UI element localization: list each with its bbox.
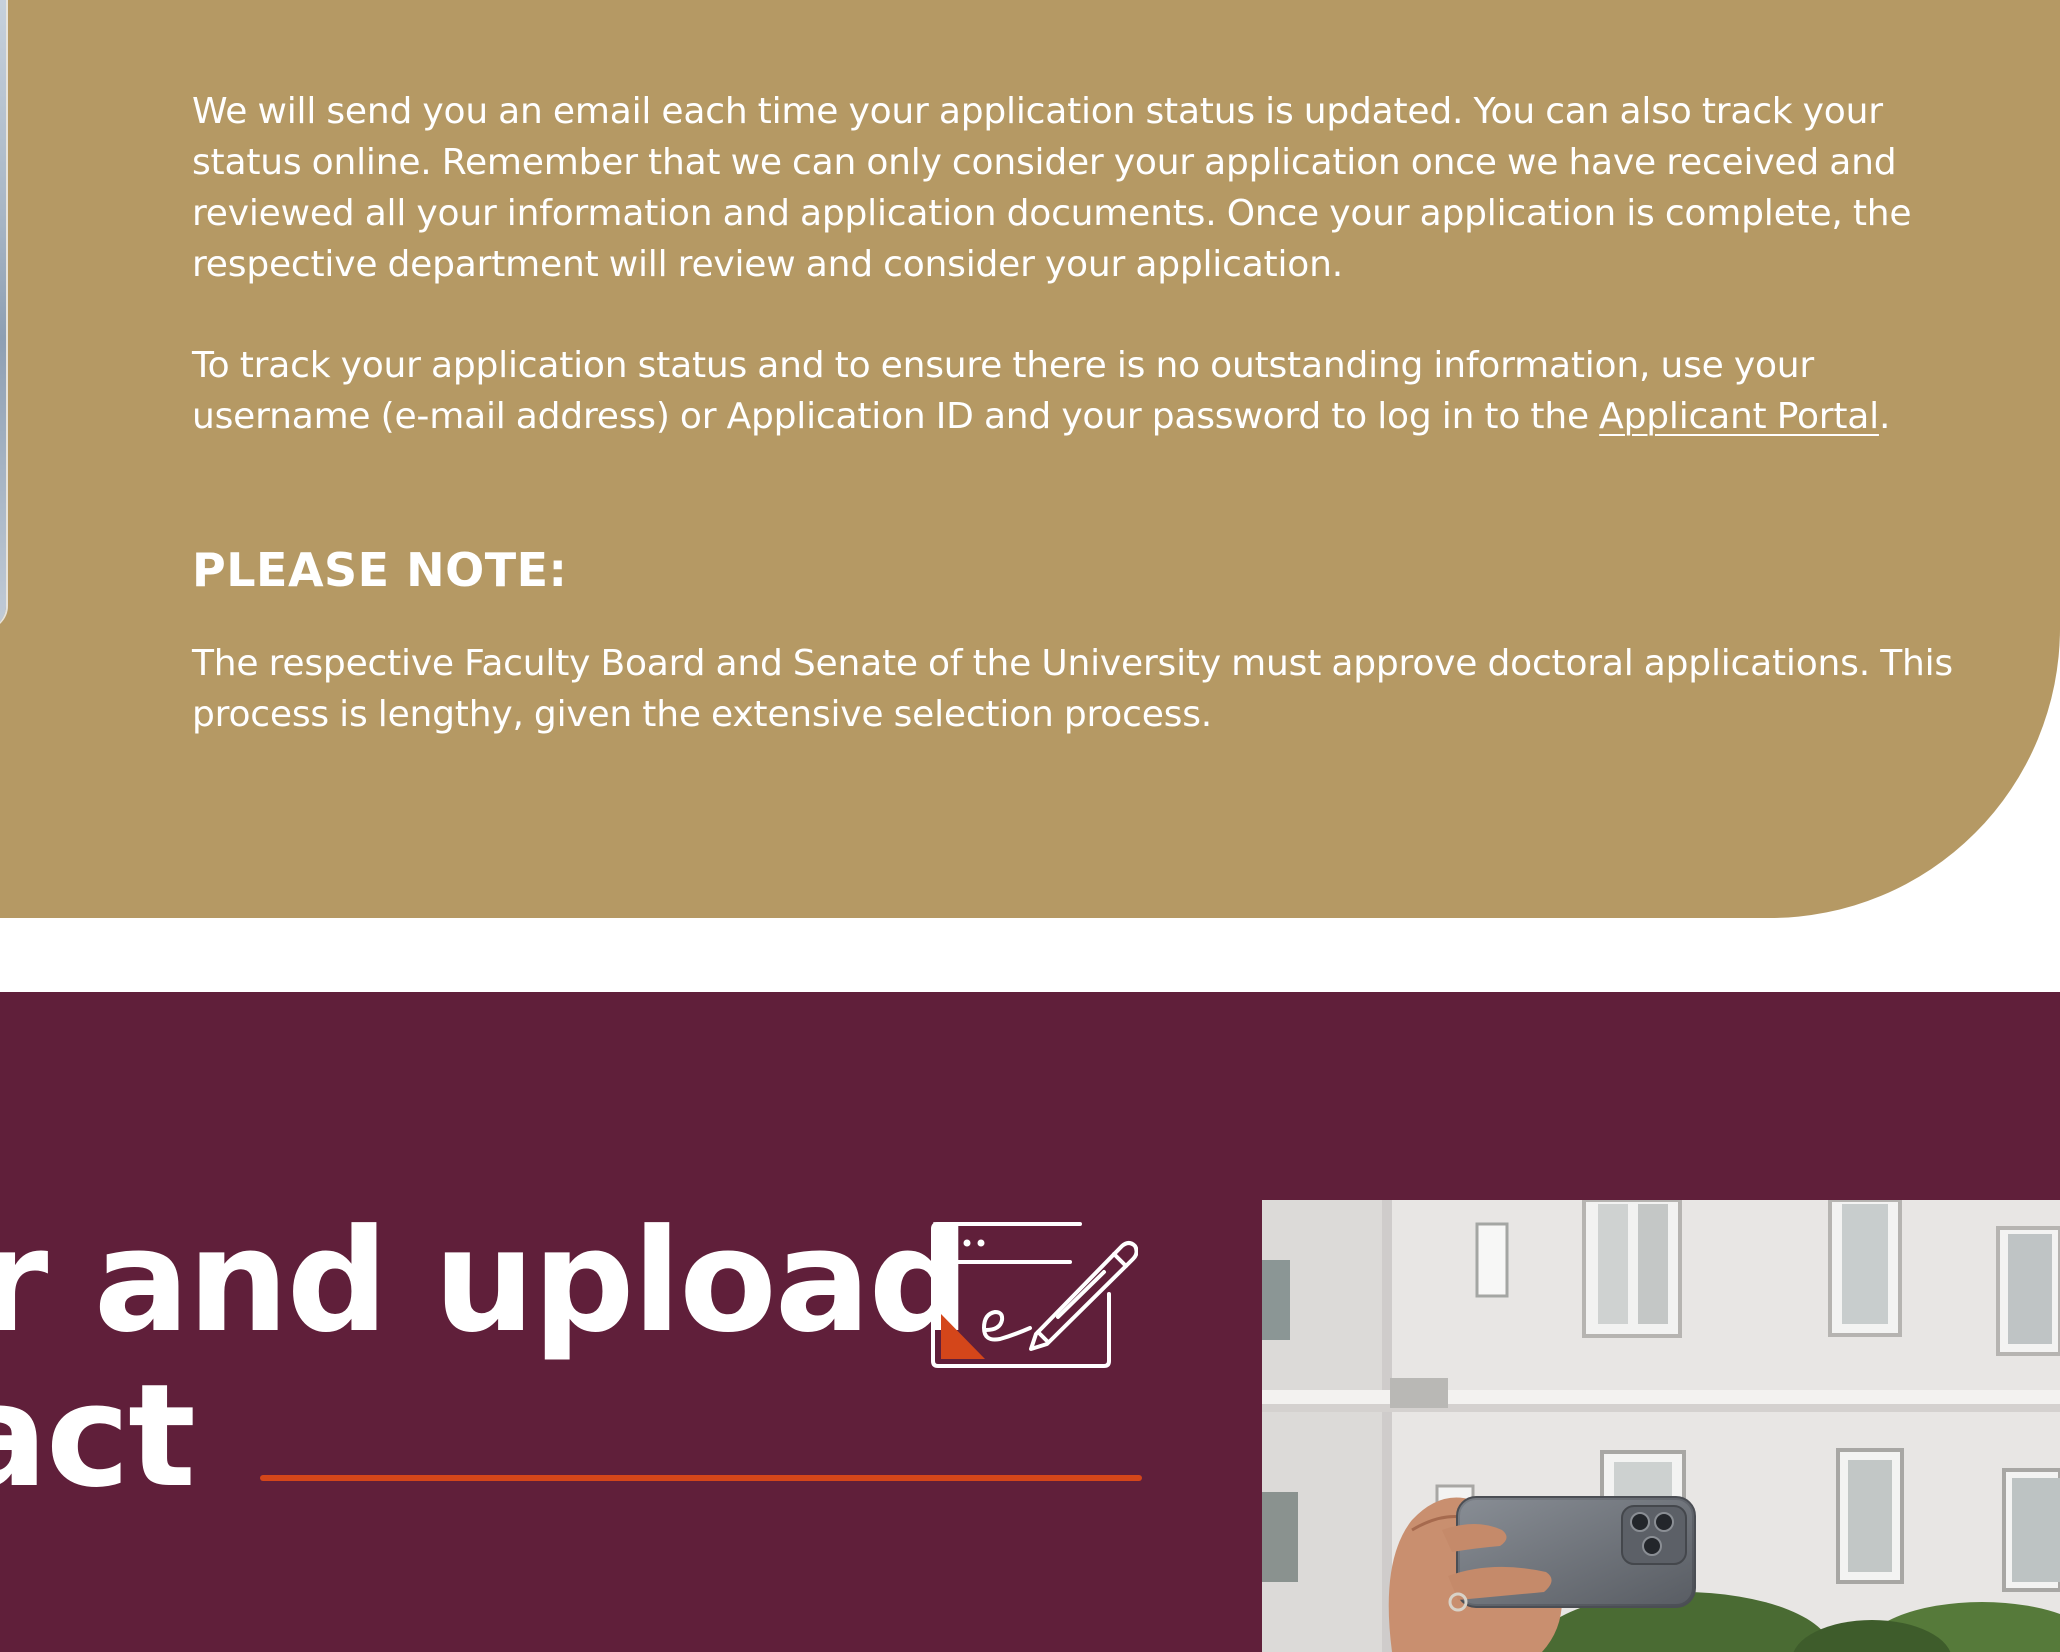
please-note-heading: PLEASE NOTE:: [192, 543, 568, 597]
status-update-paragraph: We will send you an email each time your…: [192, 91, 1912, 285]
edge-photo-fragment: [0, 0, 6, 630]
status-content: We will send you an email each time your…: [192, 86, 1992, 740]
contract-title-line-2: ract: [0, 1354, 196, 1519]
contract-section: er and upload ract: [0, 992, 2060, 1652]
student-photo: [1262, 1200, 2060, 1652]
contract-section-title: er and upload ract: [0, 1204, 970, 1514]
application-status-panel: We will send you an email each time your…: [0, 0, 2060, 918]
track-status-text: To track your application status and to …: [192, 345, 1814, 437]
please-note-text: The respective Faculty Board and Senate …: [192, 643, 1953, 735]
page: We will send you an email each time your…: [0, 0, 2060, 1652]
applicant-portal-link[interactable]: Applicant Portal: [1599, 396, 1879, 437]
e-signature-document-icon: [931, 1222, 1138, 1368]
hand-holding-smartphone-photo: [1262, 1200, 2060, 1652]
contract-title-line-1: er and upload: [0, 1199, 970, 1364]
title-accent-line: [260, 1475, 1142, 1481]
track-status-end: .: [1878, 396, 1891, 437]
track-status-paragraph: To track your application status and to …: [192, 340, 1992, 442]
